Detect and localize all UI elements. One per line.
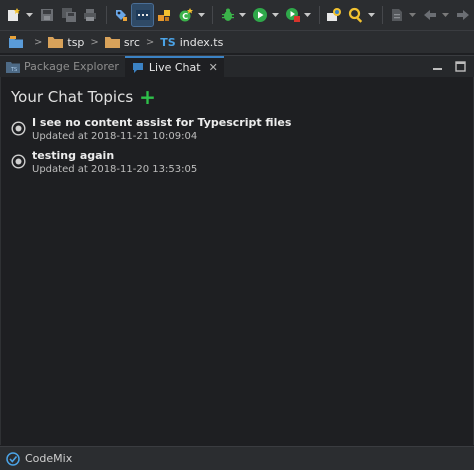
chat-icon	[132, 62, 143, 73]
save-icon[interactable]	[37, 4, 58, 26]
radio-icon	[11, 154, 26, 169]
status-bar: CodeMix	[0, 446, 474, 470]
breadcrumb-label: tsp	[67, 35, 85, 49]
live-chat-panel: Your Chat Topics + I see no content assi…	[0, 77, 474, 445]
close-icon[interactable]: ✕	[209, 61, 218, 74]
search-icon[interactable]	[346, 4, 367, 26]
breadcrumb-chevron-icon: >	[90, 36, 99, 48]
toolbar-separator	[318, 6, 320, 24]
chat-topics-header: Your Chat Topics +	[11, 87, 156, 107]
run-dropdown-icon[interactable]	[271, 4, 279, 26]
debug-dropdown-icon[interactable]	[239, 4, 247, 26]
add-topic-button[interactable]: +	[139, 87, 156, 107]
breadcrumb-item-index-ts[interactable]: TS index.ts	[160, 36, 223, 49]
run-external-dropdown-icon[interactable]	[304, 4, 312, 26]
folder-icon	[48, 37, 64, 48]
breadcrumb: > tsp > src > TS index.ts	[0, 31, 474, 53]
build-icon[interactable]	[154, 4, 175, 26]
new-dropdown-icon[interactable]	[26, 4, 34, 26]
breadcrumb-project-icon[interactable]	[8, 35, 28, 49]
topic-updated: Updated at 2018-11-20 13:53:05	[32, 164, 198, 175]
tool-icon[interactable]	[111, 4, 132, 26]
terminal-icon[interactable]	[131, 3, 154, 27]
new-icon[interactable]	[4, 4, 25, 26]
run-icon[interactable]	[250, 4, 271, 26]
breadcrumb-label: index.ts	[179, 35, 224, 49]
breadcrumb-chevron-icon: >	[145, 36, 155, 48]
back-icon[interactable]	[420, 4, 441, 26]
open-type-icon[interactable]	[324, 4, 345, 26]
search-dropdown-icon[interactable]	[367, 4, 375, 26]
breadcrumb-chevron-icon: >	[34, 36, 43, 48]
tab-label: Package Explorer	[24, 60, 119, 73]
codemix-icon	[6, 451, 20, 466]
new-java-dropdown-icon[interactable]	[197, 4, 205, 26]
breadcrumb-label: src	[123, 35, 140, 49]
topic-title: testing again	[32, 149, 115, 162]
maximize-icon[interactable]	[455, 61, 466, 72]
svg-text:TS: TS	[10, 67, 17, 73]
annotation-dropdown-icon[interactable]	[409, 4, 417, 26]
print-icon[interactable]	[80, 4, 101, 26]
view-actions	[432, 56, 474, 77]
list-item[interactable]: I see no content assist for Typescript f…	[11, 116, 291, 142]
topic-updated: Updated at 2018-11-21 10:09:04	[32, 131, 198, 142]
toolbar-separator	[382, 6, 384, 24]
topic-title: I see no content assist for Typescript f…	[32, 116, 292, 129]
forward-icon[interactable]	[452, 4, 473, 26]
radio-icon	[11, 121, 26, 136]
topic-text: I see no content assist for Typescript f…	[32, 116, 291, 142]
typescript-file-icon: TS	[160, 35, 176, 49]
svg-text:C: C	[182, 12, 188, 21]
debug-icon[interactable]	[217, 4, 238, 26]
panel-title: Your Chat Topics	[11, 88, 134, 106]
toolbar-separator	[105, 6, 107, 24]
package-explorer-icon: TS	[6, 61, 20, 73]
breadcrumb-item-tsp[interactable]: tsp	[48, 36, 84, 49]
toolbar-separator	[212, 6, 214, 24]
tab-label: Live Chat	[148, 61, 201, 74]
view-tab-bar: TS Package Explorer Live Chat ✕	[0, 55, 474, 77]
new-java-icon[interactable]: C	[176, 4, 197, 26]
back-dropdown-icon[interactable]	[441, 4, 449, 26]
folder-icon	[104, 37, 120, 48]
tab-live-chat[interactable]: Live Chat ✕	[124, 56, 224, 77]
list-item[interactable]: testing again Updated at 2018-11-20 13:5…	[11, 149, 197, 175]
main-toolbar: C	[0, 0, 474, 31]
run-external-icon[interactable]	[282, 4, 303, 26]
topic-text: testing again Updated at 2018-11-20 13:5…	[32, 149, 197, 175]
annotation-icon[interactable]	[387, 4, 408, 26]
minimize-icon[interactable]	[432, 61, 443, 72]
breadcrumb-item-src[interactable]: src	[104, 35, 140, 49]
save-all-icon[interactable]	[58, 4, 79, 26]
tab-package-explorer[interactable]: TS Package Explorer	[0, 56, 125, 77]
status-label[interactable]: CodeMix	[25, 452, 72, 465]
